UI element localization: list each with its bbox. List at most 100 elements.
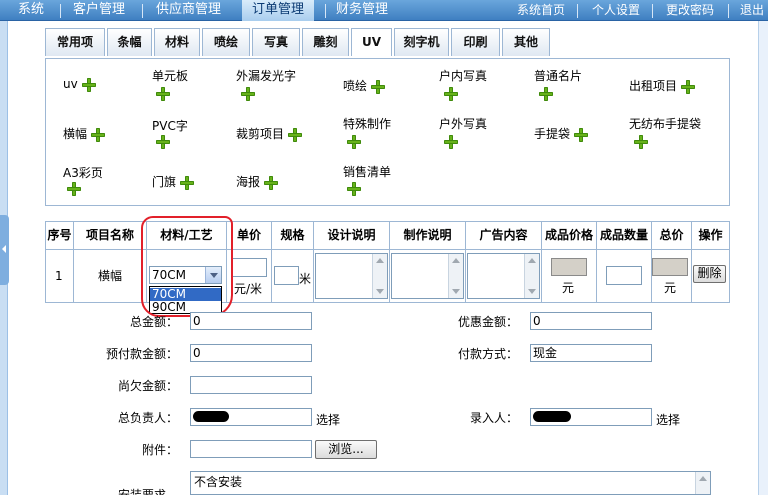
item-rental[interactable]: 出租项目	[629, 77, 695, 94]
discount-input[interactable]: 0	[530, 312, 652, 330]
right-scrollbar[interactable]	[758, 21, 768, 495]
scrollbar[interactable]	[524, 254, 539, 298]
entry-person-label: 录入人：	[470, 411, 519, 425]
add-icon[interactable]	[67, 182, 81, 196]
item-cutting[interactable]: 裁剪项目	[236, 125, 302, 142]
scroll-down-icon[interactable]	[376, 289, 384, 294]
item-nonwoven-handbag[interactable]: 无纺布手提袋	[629, 115, 701, 132]
finished-price-field	[551, 258, 587, 276]
add-icon[interactable]	[156, 87, 170, 101]
col-header-spec: 规格	[272, 222, 314, 250]
add-icon[interactable]	[634, 135, 648, 149]
attachment-input[interactable]	[190, 440, 312, 458]
tab-material[interactable]: 材料	[154, 28, 200, 56]
production-notes-textarea[interactable]	[391, 253, 464, 299]
nav-customer-mgmt[interactable]: 客户管理	[73, 0, 125, 21]
item-a3-flyer[interactable]: A3彩页	[63, 164, 103, 181]
tab-engrave[interactable]: 雕刻	[302, 28, 349, 56]
nav-system[interactable]: 系统	[18, 0, 44, 21]
nav-order-mgmt[interactable]: 订单管理	[242, 0, 315, 21]
collapse-sidebar-handle[interactable]	[0, 215, 9, 285]
nav-logout[interactable]: 退出	[740, 0, 764, 21]
col-header-finished-price: 成品价格	[542, 222, 597, 250]
add-icon[interactable]	[539, 87, 553, 101]
item-handbag[interactable]: 手提袋	[534, 125, 588, 142]
add-icon[interactable]	[263, 175, 278, 190]
item-uv[interactable]: uv	[63, 77, 96, 92]
scrollbar[interactable]	[695, 472, 710, 494]
total-price-field	[652, 258, 688, 276]
ad-content-textarea[interactable]	[467, 253, 540, 299]
manager-select-link[interactable]: 选择	[316, 411, 340, 428]
item-business-card[interactable]: 普通名片	[534, 67, 582, 84]
scroll-down-icon[interactable]	[528, 289, 536, 294]
delete-button[interactable]: 删除	[693, 265, 726, 283]
item-inkjet[interactable]: 喷绘	[343, 77, 385, 94]
spec-input[interactable]	[274, 266, 299, 285]
scrollbar[interactable]	[372, 254, 387, 298]
add-icon[interactable]	[347, 182, 361, 196]
nav-supplier-mgmt[interactable]: 供应商管理	[156, 0, 221, 21]
browse-button[interactable]: 浏览...	[315, 440, 377, 459]
column-divider	[73, 250, 74, 303]
item-special-production[interactable]: 特殊制作	[343, 115, 391, 132]
nav-change-password[interactable]: 更改密码	[666, 0, 714, 21]
add-icon[interactable]	[370, 79, 385, 94]
tab-uv[interactable]: UV	[351, 28, 392, 56]
scroll-up-icon[interactable]	[376, 258, 384, 263]
add-icon[interactable]	[81, 77, 96, 92]
item-door-flag[interactable]: 门旗	[152, 173, 194, 190]
item-sales-list[interactable]: 销售清单	[343, 163, 391, 180]
add-icon[interactable]	[573, 127, 588, 142]
top-nav: 系统 客户管理 供应商管理 订单管理 财务管理 系统首页 个人设置 更改密码 退…	[0, 0, 768, 21]
tab-photo[interactable]: 写真	[252, 28, 300, 56]
add-icon[interactable]	[444, 87, 458, 101]
item-pvc-letters[interactable]: PVC字	[152, 117, 188, 134]
tab-common[interactable]: 常用项	[45, 28, 105, 56]
item-indoor-photo[interactable]: 户内写真	[439, 67, 487, 84]
amount-owed-input[interactable]	[190, 376, 312, 394]
column-divider	[313, 250, 314, 303]
item-unit-board[interactable]: 单元板	[152, 67, 188, 84]
tab-banner[interactable]: 条幅	[107, 28, 152, 56]
install-requirements-textarea[interactable]: 不含安装	[190, 471, 711, 495]
tab-inkjet[interactable]: 喷绘	[202, 28, 250, 56]
item-horizontal-banner[interactable]: 横幅	[63, 125, 105, 142]
add-icon[interactable]	[444, 135, 458, 149]
scroll-up-icon[interactable]	[528, 258, 536, 263]
tab-printing[interactable]: 印刷	[451, 28, 500, 56]
col-header-finished-qty: 成品数量	[597, 222, 652, 250]
col-header-unit-price: 单价	[227, 222, 272, 250]
redaction	[193, 411, 229, 422]
item-outdoor-photo[interactable]: 户外写真	[439, 115, 487, 132]
item-exposed-light-letters[interactable]: 外漏发光字	[236, 67, 296, 84]
tab-other[interactable]: 其他	[502, 28, 550, 56]
payment-method-input[interactable]: 现金	[530, 344, 652, 362]
item-poster[interactable]: 海报	[236, 173, 278, 190]
scroll-up-icon[interactable]	[699, 476, 707, 481]
row-index: 1	[55, 269, 63, 283]
item-panel: uv 单元板 外漏发光字 喷绘 户内写真 普通名片 出租项目 横幅 PVC字 裁…	[45, 58, 730, 206]
tab-lettering-machine[interactable]: 刻字机	[394, 28, 449, 56]
scroll-down-icon[interactable]	[452, 289, 460, 294]
nav-home[interactable]: 系统首页	[517, 0, 565, 21]
total-amount-input[interactable]: 0	[190, 312, 312, 330]
col-header-actions: 操作	[692, 222, 729, 250]
add-icon[interactable]	[156, 135, 170, 149]
nav-personal-settings[interactable]: 个人设置	[592, 0, 640, 21]
add-icon[interactable]	[347, 135, 361, 149]
add-icon[interactable]	[90, 127, 105, 142]
scroll-up-icon[interactable]	[452, 258, 460, 263]
add-icon[interactable]	[179, 175, 194, 190]
add-icon[interactable]	[680, 79, 695, 94]
unit-price-input[interactable]	[232, 258, 267, 277]
entry-person-select-link[interactable]: 选择	[656, 411, 680, 428]
scrollbar[interactable]	[448, 254, 463, 298]
add-icon[interactable]	[241, 87, 255, 101]
nav-separator	[728, 4, 729, 18]
add-icon[interactable]	[287, 127, 302, 142]
design-notes-textarea[interactable]	[315, 253, 388, 299]
finished-qty-input[interactable]	[606, 266, 642, 285]
prepaid-input[interactable]: 0	[190, 344, 312, 362]
nav-finance-mgmt[interactable]: 财务管理	[336, 0, 388, 21]
